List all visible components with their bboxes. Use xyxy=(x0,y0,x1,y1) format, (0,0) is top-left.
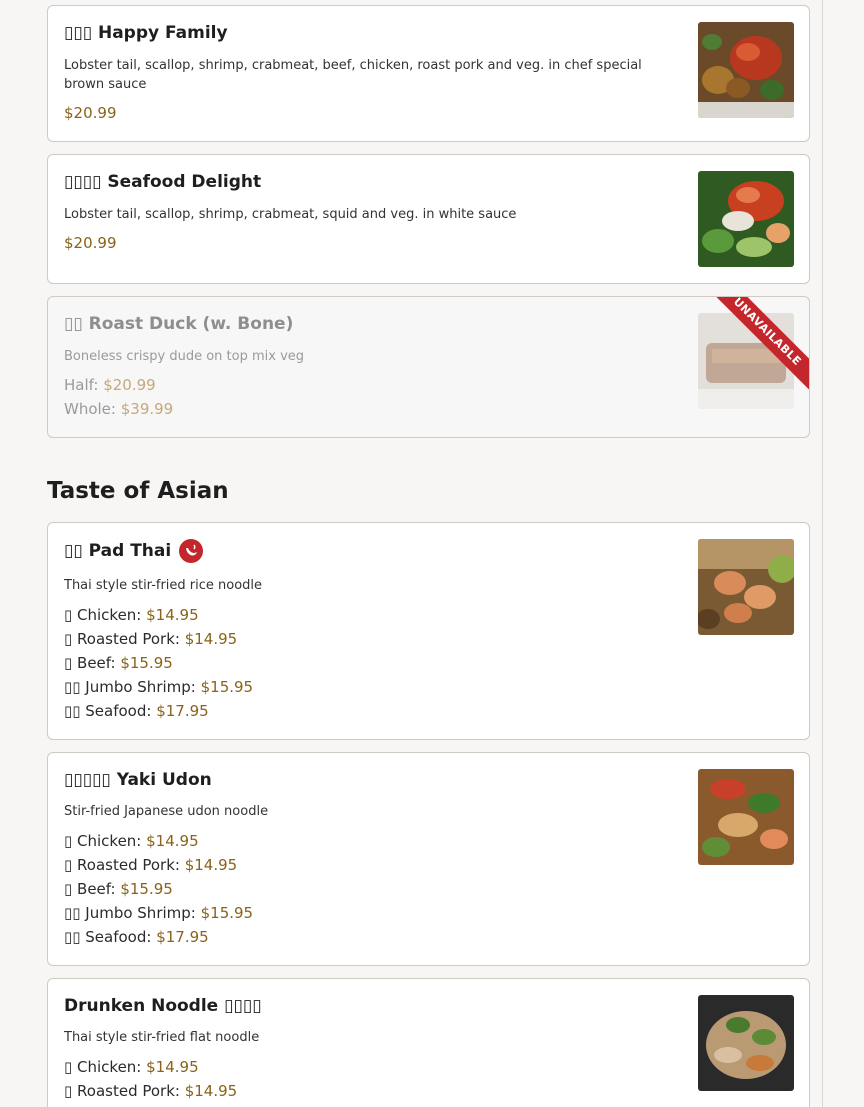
option-label: ▯ Beef: xyxy=(64,654,121,672)
option-row: Half: $20.99 xyxy=(64,373,173,397)
item-title-row: ▯▯ Pad Thai xyxy=(64,539,204,563)
option-row: ▯▯ Jumbo Shrimp: $15.95 xyxy=(64,675,253,699)
option-label: ▯ Chicken: xyxy=(64,606,147,624)
option-price: $17.95 xyxy=(156,928,209,946)
item-title: ▯▯▯▯ Seafood Delight xyxy=(64,172,262,192)
ribbon-label: UNAVAILABLE xyxy=(715,297,809,391)
option-row: ▯▯ Jumbo Shrimp: $15.95 xyxy=(64,901,253,925)
option-row: ▯ Beef: $15.95 xyxy=(64,651,253,675)
item-title: ▯▯ Roast Duck (w. Bone) xyxy=(64,314,294,334)
item-options: Half: $20.99 Whole: $39.99 xyxy=(64,373,173,421)
item-options: ▯ Chicken: $14.95 ▯ Roasted Pork: $14.95… xyxy=(64,603,253,723)
menu-item-card[interactable]: Drunken Noodle ▯▯▯▯ Thai style stir-frie… xyxy=(47,978,810,1107)
item-title: ▯▯▯▯▯ Yaki Udon xyxy=(64,770,212,790)
option-row: Whole: $39.99 xyxy=(64,397,173,421)
option-price: $39.99 xyxy=(120,400,174,418)
item-photo[interactable] xyxy=(698,22,794,118)
option-price: $15.95 xyxy=(120,654,173,672)
option-label: Whole: xyxy=(64,400,121,418)
option-label: ▯ Beef: xyxy=(64,880,121,898)
option-price: $17.95 xyxy=(156,702,209,720)
option-price: $14.95 xyxy=(184,630,238,648)
item-title: Drunken Noodle ▯▯▯▯ xyxy=(64,996,262,1016)
option-row: ▯ Beef: $15.95 xyxy=(64,877,253,901)
option-label: ▯▯ Seafood: xyxy=(64,702,157,720)
item-options: ▯ Chicken: $14.95 ▯ Roasted Pork: $14.95 xyxy=(64,1055,237,1103)
menu-item-card[interactable]: ▯▯▯ Happy Family Lobster tail, scallop, … xyxy=(47,5,810,142)
item-description: Thai style stir-fried flat noodle xyxy=(64,1030,260,1045)
option-price: $15.95 xyxy=(200,678,254,696)
item-description: Lobster tail, scallop, shrimp, crabmeat,… xyxy=(64,207,517,222)
option-row: ▯ Chicken: $14.95 xyxy=(64,829,253,853)
menu-item-card-unavailable[interactable]: ▯▯ Roast Duck (w. Bone) Boneless crispy … xyxy=(47,296,810,438)
option-price: $20.99 xyxy=(103,376,156,394)
spicy-chili-icon xyxy=(179,539,204,563)
item-description: Boneless crispy dude on top mix veg xyxy=(64,349,305,364)
option-price: $14.95 xyxy=(146,832,199,850)
option-price: $14.95 xyxy=(146,1058,199,1076)
item-options: ▯ Chicken: $14.95 ▯ Roasted Pork: $14.95… xyxy=(64,829,253,949)
option-label: ▯ Roasted Pork: xyxy=(64,1082,185,1100)
option-row: ▯ Chicken: $14.95 xyxy=(64,1055,237,1079)
option-price: $15.95 xyxy=(200,904,254,922)
option-label: ▯ Roasted Pork: xyxy=(64,630,185,648)
menu-item-card[interactable]: ▯▯▯▯ Seafood Delight Lobster tail, scall… xyxy=(47,154,810,284)
content-border xyxy=(822,0,823,1107)
item-title: ▯▯ Pad Thai xyxy=(64,541,172,561)
item-photo[interactable] xyxy=(698,769,794,865)
option-price: $15.95 xyxy=(120,880,173,898)
item-price: $20.99 xyxy=(64,234,117,252)
option-label: ▯▯ Jumbo Shrimp: xyxy=(64,678,201,696)
item-description: Lobster tail, scallop, shrimp, crabmeat,… xyxy=(64,58,642,92)
option-price: $14.95 xyxy=(184,1082,238,1100)
section-title: Taste of Asian xyxy=(47,478,229,504)
item-description: Thai style stir-fried rice noodle xyxy=(64,578,263,593)
option-row: ▯ Roasted Pork: $14.95 xyxy=(64,627,253,651)
option-label: Half: xyxy=(64,376,104,394)
option-label: ▯▯ Jumbo Shrimp: xyxy=(64,904,201,922)
item-photo[interactable] xyxy=(698,539,794,635)
item-photo[interactable] xyxy=(698,995,794,1091)
option-row: ▯ Roasted Pork: $14.95 xyxy=(64,1079,237,1103)
item-price: $20.99 xyxy=(64,104,117,122)
menu-item-card[interactable]: ▯▯ Pad Thai Thai style stir-fried rice n… xyxy=(47,522,810,740)
option-label: ▯▯ Seafood: xyxy=(64,928,157,946)
option-row: ▯ Chicken: $14.95 xyxy=(64,603,253,627)
unavailable-ribbon: UNAVAILABLE xyxy=(715,297,809,391)
item-photo[interactable] xyxy=(698,171,794,267)
option-price: $14.95 xyxy=(146,606,199,624)
option-label: ▯ Chicken: xyxy=(64,1058,147,1076)
item-description: Stir-fried Japanese udon noodle xyxy=(64,804,269,819)
item-title: ▯▯▯ Happy Family xyxy=(64,23,228,43)
option-row: ▯▯ Seafood: $17.95 xyxy=(64,925,253,949)
menu-item-card[interactable]: ▯▯▯▯▯ Yaki Udon Stir-fried Japanese udon… xyxy=(47,752,810,966)
option-row: ▯▯ Seafood: $17.95 xyxy=(64,699,253,723)
menu-page: ▯▯▯ Happy Family Lobster tail, scallop, … xyxy=(0,0,864,1107)
option-label: ▯ Roasted Pork: xyxy=(64,856,185,874)
option-price: $14.95 xyxy=(184,856,238,874)
option-label: ▯ Chicken: xyxy=(64,832,147,850)
option-row: ▯ Roasted Pork: $14.95 xyxy=(64,853,253,877)
